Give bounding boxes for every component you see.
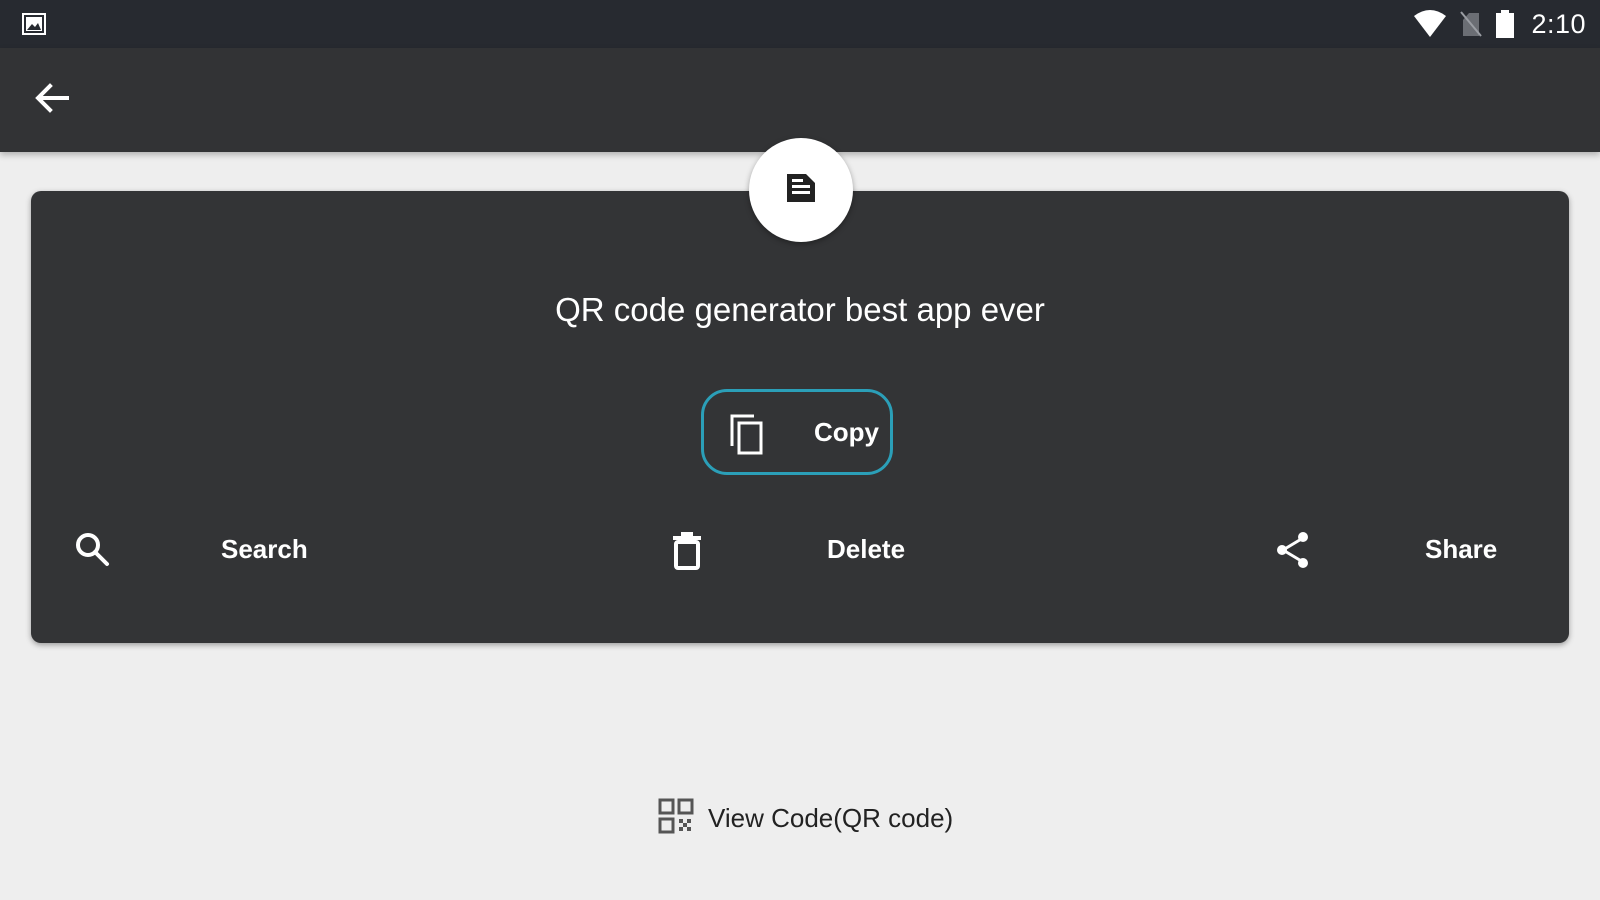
- image-icon: [22, 13, 46, 35]
- scanned-text: QR code generator best app ever: [555, 291, 1045, 328]
- search-button[interactable]: Search: [73, 516, 333, 580]
- qr-code-icon: [658, 798, 694, 839]
- back-button[interactable]: [22, 70, 82, 130]
- copy-button[interactable]: Copy: [701, 389, 893, 475]
- content-type-badge: [749, 138, 853, 242]
- search-icon: [73, 530, 113, 570]
- share-button[interactable]: Share: [1273, 516, 1533, 580]
- app-bar: [0, 48, 1600, 152]
- copy-icon: [726, 412, 768, 456]
- wifi-icon: [1413, 10, 1447, 38]
- no-signal-icon: [1459, 10, 1483, 38]
- delete-icon: [667, 530, 707, 570]
- result-card: QR code generator best app ever Copy Sea…: [31, 191, 1569, 643]
- share-icon: [1273, 530, 1313, 570]
- copy-label: Copy: [814, 417, 879, 447]
- status-icons: 2:10: [1413, 0, 1586, 48]
- status-bar: 2:10: [0, 0, 1600, 48]
- search-label: Search: [221, 534, 308, 564]
- view-code-label: View Code(QR code): [708, 802, 954, 833]
- text-document-icon: [784, 171, 818, 210]
- battery-icon: [1495, 9, 1515, 39]
- share-label: Share: [1425, 534, 1498, 564]
- delete-button[interactable]: Delete: [667, 516, 927, 580]
- view-code-button[interactable]: View Code(QR code): [658, 798, 953, 838]
- arrow-back-icon: [35, 82, 69, 118]
- delete-label: Delete: [827, 534, 906, 564]
- status-time: 2:10: [1531, 8, 1586, 39]
